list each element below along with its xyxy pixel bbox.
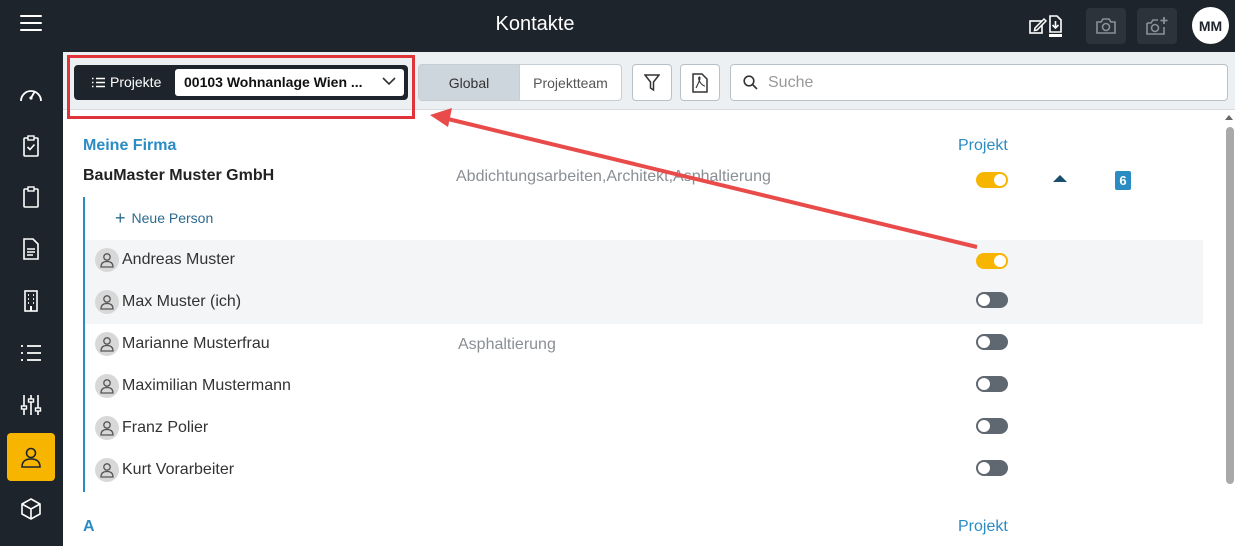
section-heading: A	[83, 518, 95, 535]
list-item[interactable]: Franz Polier	[85, 408, 1203, 450]
clipboard-check-icon	[23, 135, 39, 157]
list-icon	[21, 345, 41, 361]
clipboard-icon	[23, 186, 39, 208]
section-heading: Meine Firma	[83, 137, 177, 154]
page-title: Kontakte	[495, 13, 575, 35]
pdf-export-button[interactable]	[680, 64, 720, 101]
list-item[interactable]: Max Muster (ich)	[85, 282, 1203, 324]
list-item[interactable]: Maximilian Mustermann	[85, 366, 1203, 408]
search-box	[730, 64, 1228, 101]
cube-icon	[21, 498, 41, 520]
person-name: Marianne Musterfrau	[122, 335, 270, 352]
sidebar-item-clipboard[interactable]	[7, 173, 55, 221]
search-input[interactable]	[768, 73, 1208, 92]
sidebar-item-settings[interactable]	[7, 381, 55, 429]
project-toggle[interactable]	[976, 376, 1008, 392]
plus-icon: +	[115, 208, 126, 228]
project-toggle[interactable]	[976, 460, 1008, 476]
person-name: Maximilian Mustermann	[122, 377, 291, 394]
column-heading-project: Projekt	[958, 518, 1008, 535]
company-project-toggle[interactable]	[976, 172, 1008, 188]
tab-global[interactable]: Global	[419, 65, 519, 100]
scope-toggle: Global Projektteam	[418, 64, 622, 101]
person-name: Andreas Muster	[122, 251, 235, 268]
project-toggle[interactable]	[976, 334, 1008, 350]
project-toggle[interactable]	[976, 253, 1008, 269]
user-avatar-icon	[95, 332, 119, 356]
list-item[interactable]: Marianne Musterfrau Asphaltierung	[85, 324, 1203, 366]
add-person-label: Neue Person	[131, 210, 214, 226]
sidebar-item-buildings[interactable]	[7, 277, 55, 325]
sidebar-item-list[interactable]	[7, 329, 55, 377]
person-trade: Asphaltierung	[458, 336, 556, 353]
sidebar	[0, 52, 63, 546]
filter-icon	[644, 73, 660, 91]
top-bar: Kontakte MM	[0, 0, 1235, 52]
pdf-icon	[692, 72, 708, 93]
person-name: Max Muster (ich)	[122, 293, 242, 310]
list-item[interactable]: Kurt Vorarbeiter	[85, 450, 1203, 492]
camera-icon[interactable]	[1086, 8, 1126, 44]
list-item[interactable]: Andreas Muster	[85, 240, 1203, 282]
project-toggle[interactable]	[976, 292, 1008, 308]
contacts-list: Meine Firma Projekt BauMaster Muster Gmb…	[63, 111, 1223, 546]
scroll-up-icon[interactable]	[1225, 115, 1233, 120]
tab-project-team[interactable]: Projektteam	[519, 65, 621, 100]
dashboard-icon	[20, 90, 42, 102]
search-icon	[743, 75, 758, 90]
person-name: Kurt Vorarbeiter	[122, 461, 235, 478]
sidebar-item-contacts[interactable]	[7, 433, 55, 481]
filter-button[interactable]	[632, 64, 672, 101]
sidebar-item-documents[interactable]	[7, 225, 55, 273]
add-person-button[interactable]: + Neue Person	[115, 208, 214, 228]
person-icon	[21, 447, 41, 468]
highlight-box	[67, 55, 415, 119]
collapse-chevron-icon[interactable]	[1053, 175, 1067, 182]
company-name[interactable]: BauMaster Muster GmbH	[83, 167, 274, 185]
download-icon[interactable]	[1035, 8, 1075, 44]
project-toggle[interactable]	[976, 418, 1008, 434]
user-avatar-icon	[95, 374, 119, 398]
sliders-icon	[20, 395, 42, 415]
scrollbar[interactable]	[1223, 111, 1235, 546]
company-trades: Abdichtungsarbeiten,Architekt,Asphaltier…	[456, 168, 771, 185]
user-avatar-icon	[95, 458, 119, 482]
user-avatar-icon	[95, 290, 119, 314]
company-members: + Neue Person Andreas Muster Max Muster …	[83, 197, 1203, 492]
avatar[interactable]: MM	[1192, 7, 1229, 44]
document-icon	[23, 238, 39, 260]
column-heading-project: Projekt	[958, 137, 1008, 154]
sidebar-item-tasks[interactable]	[7, 122, 55, 170]
person-name: Franz Polier	[122, 419, 209, 436]
scrollbar-thumb[interactable]	[1226, 127, 1234, 484]
member-count-badge: 6	[1115, 171, 1131, 190]
sidebar-item-models[interactable]	[7, 485, 55, 533]
sidebar-item-dashboard[interactable]	[7, 70, 55, 118]
building-icon	[24, 290, 38, 312]
camera-add-icon[interactable]	[1137, 8, 1177, 44]
user-avatar-icon	[95, 248, 119, 272]
user-avatar-icon	[95, 416, 119, 440]
